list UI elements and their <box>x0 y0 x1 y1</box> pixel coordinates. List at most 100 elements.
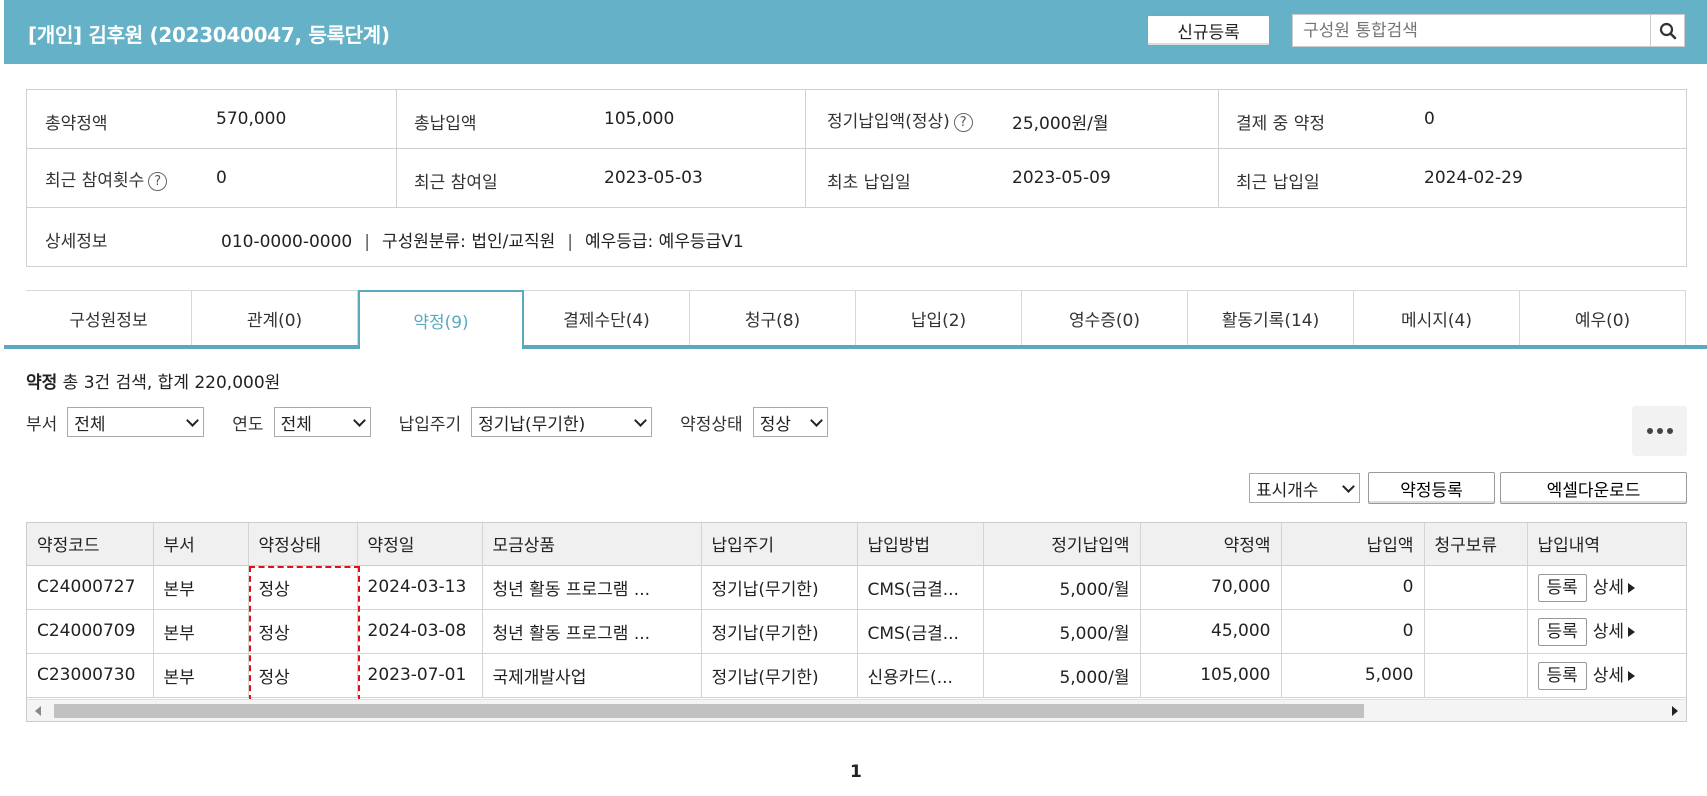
cell-dept: 본부 <box>153 609 249 654</box>
col-header[interactable]: 정기납입액 <box>983 523 1141 566</box>
excel-download-button[interactable]: 엑셀다운로드 <box>1500 472 1687 504</box>
row-detail-link[interactable]: 상세 <box>1593 622 1624 642</box>
cell-regular-amount: 5,000/월 <box>983 653 1141 698</box>
cell-date: 2024-03-13 <box>357 565 483 610</box>
col-header[interactable]: 납입주기 <box>701 523 858 566</box>
cell-code[interactable]: C23000730 <box>27 653 154 698</box>
cell-code[interactable]: C24000709 <box>27 609 154 654</box>
cell-product: 국제개발사업 <box>482 653 702 698</box>
cell-code[interactable]: C24000727 <box>27 565 154 610</box>
summary-label-wrap: 정기납입액(정상)? <box>827 107 973 132</box>
summary-label: 최근 참여횟수 <box>45 171 145 191</box>
summary-label: 최근 납입일 <box>1236 173 1320 193</box>
table-header-row: 약정코드 부서 약정상태 약정일 모금상품 납입주기 납입방법 정기납입액 약정… <box>27 523 1686 566</box>
summary-label: 총약정액 <box>45 114 108 134</box>
row-register-button[interactable]: 등록 <box>1537 661 1587 690</box>
display-count-label: 표시개수 <box>1256 480 1319 501</box>
year-select[interactable]: 전체 <box>273 407 371 437</box>
chevron-down-icon <box>634 413 647 427</box>
summary-value: 105,000 <box>604 109 675 129</box>
cell-paid-amount: 5,000 <box>1281 653 1425 698</box>
cell-pledge-amount: 45,000 <box>1140 609 1282 654</box>
col-header[interactable]: 약정상태 <box>248 523 358 566</box>
tab-underline <box>4 345 1707 349</box>
new-register-button[interactable]: 신규등록 <box>1147 15 1270 46</box>
cell-pledge-amount: 70,000 <box>1140 565 1282 610</box>
summary-value: 2023-05-09 <box>1012 168 1111 188</box>
col-header[interactable]: 청구보류 <box>1424 523 1528 566</box>
help-icon[interactable]: ? <box>953 112 973 132</box>
more-options-button[interactable] <box>1632 406 1687 456</box>
year-select-value: 전체 <box>280 414 312 435</box>
tab-receipts[interactable]: 영수증(0) <box>1022 290 1188 347</box>
cell-date: 2023-07-01 <box>357 653 483 698</box>
scroll-left-icon[interactable] <box>35 706 41 716</box>
section-count: 총 3건 검색, 합계 220,000원 <box>57 373 281 393</box>
cell-payment-history: 등록 상세 <box>1527 609 1686 654</box>
col-header[interactable]: 납입액 <box>1281 523 1425 566</box>
summary-value: 25,000원/월 <box>1012 114 1109 134</box>
col-header[interactable]: 납입내역 <box>1527 523 1686 566</box>
summary-value: 0 <box>216 168 227 188</box>
status-select-value: 정상 <box>759 414 791 435</box>
row-register-button[interactable]: 등록 <box>1537 573 1587 602</box>
register-pledge-button[interactable]: 약정등록 <box>1368 472 1495 504</box>
tab-relations[interactable]: 관계(0) <box>192 290 358 347</box>
table-row[interactable]: C23000730 본부 정상 2023-07-01 국제개발사업 정기납(무기… <box>27 653 1686 698</box>
cell-regular-amount: 5,000/월 <box>983 609 1141 654</box>
cell-paid-amount: 0 <box>1281 565 1425 610</box>
scrollbar-thumb[interactable] <box>54 704 1364 718</box>
summary-label: 최초 납입일 <box>827 173 911 193</box>
tab-courtesy[interactable]: 예우(0) <box>1520 290 1686 347</box>
search-box <box>1292 14 1685 47</box>
summary-panel: 총약정액 570,000 총납입액 105,000 정기납입액(정상)? 25,… <box>26 89 1687 267</box>
cell-cycle: 정기납(무기한) <box>701 653 858 698</box>
tab-activity-log[interactable]: 활동기록(14) <box>1188 290 1354 347</box>
tab-pledges[interactable]: 약정(9) <box>358 290 524 349</box>
summary-detail-row: 상세정보 010-0000-0000 | 구성원분류: 법인/교직원 | 예우등급: 예… <box>27 208 1686 266</box>
chevron-down-icon <box>1342 479 1355 493</box>
summary-label: 정기납입액(정상) <box>827 112 950 132</box>
section-title: 약정 <box>26 373 58 393</box>
col-header[interactable]: 약정액 <box>1140 523 1282 566</box>
search-input[interactable] <box>1293 15 1650 46</box>
cell-date: 2024-03-08 <box>357 609 483 654</box>
horizontal-scrollbar[interactable] <box>27 699 1686 721</box>
filter-label-status: 약정상태 <box>680 414 743 435</box>
tab-billing[interactable]: 청구(8) <box>690 290 856 347</box>
summary-label: 최근 참여일 <box>414 173 498 193</box>
tab-payments[interactable]: 납입(2) <box>856 290 1022 347</box>
row-detail-link[interactable]: 상세 <box>1593 666 1624 686</box>
tab-member-info[interactable]: 구성원정보 <box>26 290 192 347</box>
scroll-right-icon[interactable] <box>1672 706 1678 716</box>
search-button[interactable] <box>1650 15 1684 46</box>
col-header[interactable]: 부서 <box>153 523 249 566</box>
dept-select[interactable]: 전체 <box>67 407 205 437</box>
cycle-select[interactable]: 정기납(무기한) <box>471 407 653 437</box>
row-register-button[interactable]: 등록 <box>1537 617 1587 646</box>
table-row[interactable]: C24000709 본부 정상 2024-03-08 청년 활동 프로그램 ..… <box>27 609 1686 654</box>
detail-label: 상세정보 <box>45 232 108 252</box>
chevron-down-icon <box>186 413 200 427</box>
col-header[interactable]: 약정코드 <box>27 523 154 566</box>
detail-separator: | <box>567 232 573 252</box>
display-count-select[interactable]: 표시개수 <box>1249 473 1360 503</box>
help-icon[interactable]: ? <box>148 171 168 191</box>
pagination-current-page[interactable]: 1 <box>850 762 862 782</box>
more-icon-dot <box>1646 428 1653 434</box>
summary-label: 결제 중 약정 <box>1236 114 1326 134</box>
summary-value: 2023-05-03 <box>604 168 703 188</box>
cell-regular-amount: 5,000/월 <box>983 565 1141 610</box>
summary-value: 2024-02-29 <box>1424 168 1523 188</box>
tab-messages[interactable]: 메시지(4) <box>1354 290 1520 347</box>
arrow-right-icon <box>1628 582 1636 593</box>
cell-cycle: 정기납(무기한) <box>701 565 858 610</box>
col-header[interactable]: 약정일 <box>357 523 483 566</box>
arrow-right-icon <box>1628 626 1636 637</box>
table-row[interactable]: C24000727 본부 정상 2024-03-13 청년 활동 프로그램 ..… <box>27 565 1686 610</box>
row-detail-link[interactable]: 상세 <box>1593 578 1624 598</box>
col-header[interactable]: 모금상품 <box>482 523 702 566</box>
col-header[interactable]: 납입방법 <box>857 523 984 566</box>
status-select[interactable]: 정상 <box>752 407 828 437</box>
tab-payment-methods[interactable]: 결제수단(4) <box>524 290 690 347</box>
